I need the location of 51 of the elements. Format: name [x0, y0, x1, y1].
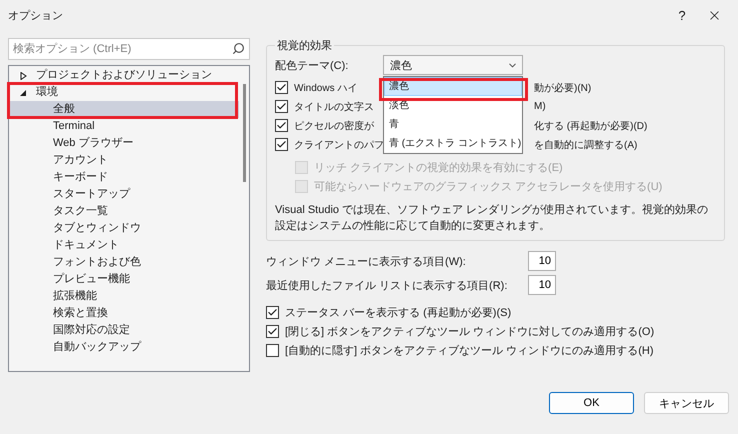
info-text: Visual Studio では現在、ソフトウェア レンダリングが使用されています。視覚的効果の設定はシステムの性能に応じて自動的に変更されます。: [275, 202, 710, 234]
field-label: 最近使用したファイル リストに表示する項目(R):: [266, 278, 508, 292]
field-label: 配色テーマ(C):: [275, 58, 350, 72]
option-label: リッチ クライアントの視覚的効果を有効にする(E): [314, 160, 563, 175]
theme-dropdown[interactable]: 濃色: [383, 55, 523, 75]
tree-item[interactable]: 検索と置換: [9, 305, 239, 322]
field-label: ウィンドウ メニューに表示する項目(W):: [266, 254, 467, 268]
tree-item[interactable]: 自動バックアップ: [9, 339, 239, 356]
checkbox[interactable]: [275, 138, 288, 151]
window-title: オプション: [8, 8, 64, 22]
tree-item[interactable]: タブとウィンドウ: [9, 220, 239, 237]
tree-item[interactable]: ドキュメント: [9, 237, 239, 254]
number-field[interactable]: 10: [528, 275, 556, 295]
checkbox[interactable]: [266, 344, 279, 357]
option-label: 可能ならハードウェアのグラフィックス アクセラレータを使用する(U): [314, 180, 662, 194]
tree-item[interactable]: アカウント: [9, 152, 239, 169]
checkbox[interactable]: [266, 306, 279, 319]
dialog-button[interactable]: キャンセル: [644, 392, 729, 414]
option-label: [閉じる] ボタンをアクティブなツール ウィンドウに対してのみ適用する(O): [285, 324, 654, 339]
tree-item[interactable]: プレビュー機能: [9, 271, 239, 288]
checkbox[interactable]: [275, 81, 288, 94]
tree-item[interactable]: タスク一覧: [9, 203, 239, 220]
tree-item[interactable]: Terminal: [9, 118, 239, 135]
checkbox[interactable]: [275, 119, 288, 132]
option-label: ピクセルの密度が: [294, 120, 374, 132]
option-label: [自動的に隠す] ボタンをアクティブなツール ウィンドウにのみ適用する(H): [285, 344, 654, 358]
tree-item[interactable]: フォントおよび色: [9, 254, 239, 271]
option-label: M): [534, 101, 546, 112]
tree-item[interactable]: 拡張機能: [9, 288, 239, 305]
scrollbar-thumb[interactable]: [243, 84, 246, 182]
dialog-button[interactable]: OK: [549, 392, 634, 414]
checkbox[interactable]: [275, 100, 288, 113]
tree-item[interactable]: 環境: [9, 84, 239, 101]
option-label: Windows ハイ: [294, 82, 358, 94]
search-icon: [232, 42, 245, 55]
tree-item[interactable]: キーボード: [9, 169, 239, 186]
number-field[interactable]: 10: [528, 251, 556, 271]
tree-item[interactable]: プロジェクトおよびソリューション: [9, 67, 239, 84]
tree-item[interactable]: 国際対応の設定: [9, 322, 239, 339]
tree-item[interactable]: スタートアップ: [9, 186, 239, 203]
tree-item[interactable]: Web ブラウザー: [9, 135, 239, 152]
option-label: 化する (再起動が必要)(D): [534, 120, 648, 132]
help-button[interactable]: ?: [666, 8, 698, 22]
option-label: 動が必要)(N): [534, 82, 592, 94]
search-field[interactable]: 検索オプション (Ctrl+E): [8, 38, 250, 60]
option-label: を自動的に調整する(A): [534, 138, 638, 152]
option-label: ステータス バーを表示する (再起動が必要)(S): [285, 306, 512, 320]
option-label: クライアントのパフ: [294, 140, 384, 150]
group-title: 視覚的効果: [276, 38, 333, 53]
checkbox[interactable]: [266, 325, 279, 338]
option-label: タイトルの文字ス: [294, 102, 374, 112]
